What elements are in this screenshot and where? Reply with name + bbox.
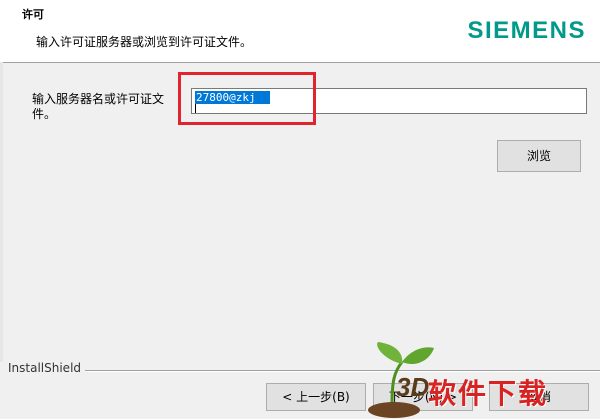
browse-button[interactable]: 浏览 bbox=[497, 140, 581, 172]
back-button[interactable]: < 上一步(B) bbox=[266, 383, 366, 411]
header-title: 许可 bbox=[22, 8, 44, 21]
watermark-logo: 3D 软件下载 bbox=[364, 342, 600, 419]
server-field-label: 输入服务器名或许可证文件。 bbox=[32, 92, 165, 121]
watermark-text: 软件下载 bbox=[428, 377, 549, 410]
header-description: 输入许可证服务器或浏览到许可证文件。 bbox=[36, 35, 253, 49]
installshield-label: InstallShield bbox=[8, 361, 86, 375]
watermark-prefix: 3D bbox=[396, 372, 430, 402]
red-highlight-box bbox=[178, 72, 316, 125]
siemens-logo: SIEMENS bbox=[467, 17, 586, 44]
dialog-header: 许可 输入许可证服务器或浏览到许可证文件。 SIEMENS bbox=[0, 0, 600, 63]
left-edge-divider bbox=[0, 62, 3, 362]
